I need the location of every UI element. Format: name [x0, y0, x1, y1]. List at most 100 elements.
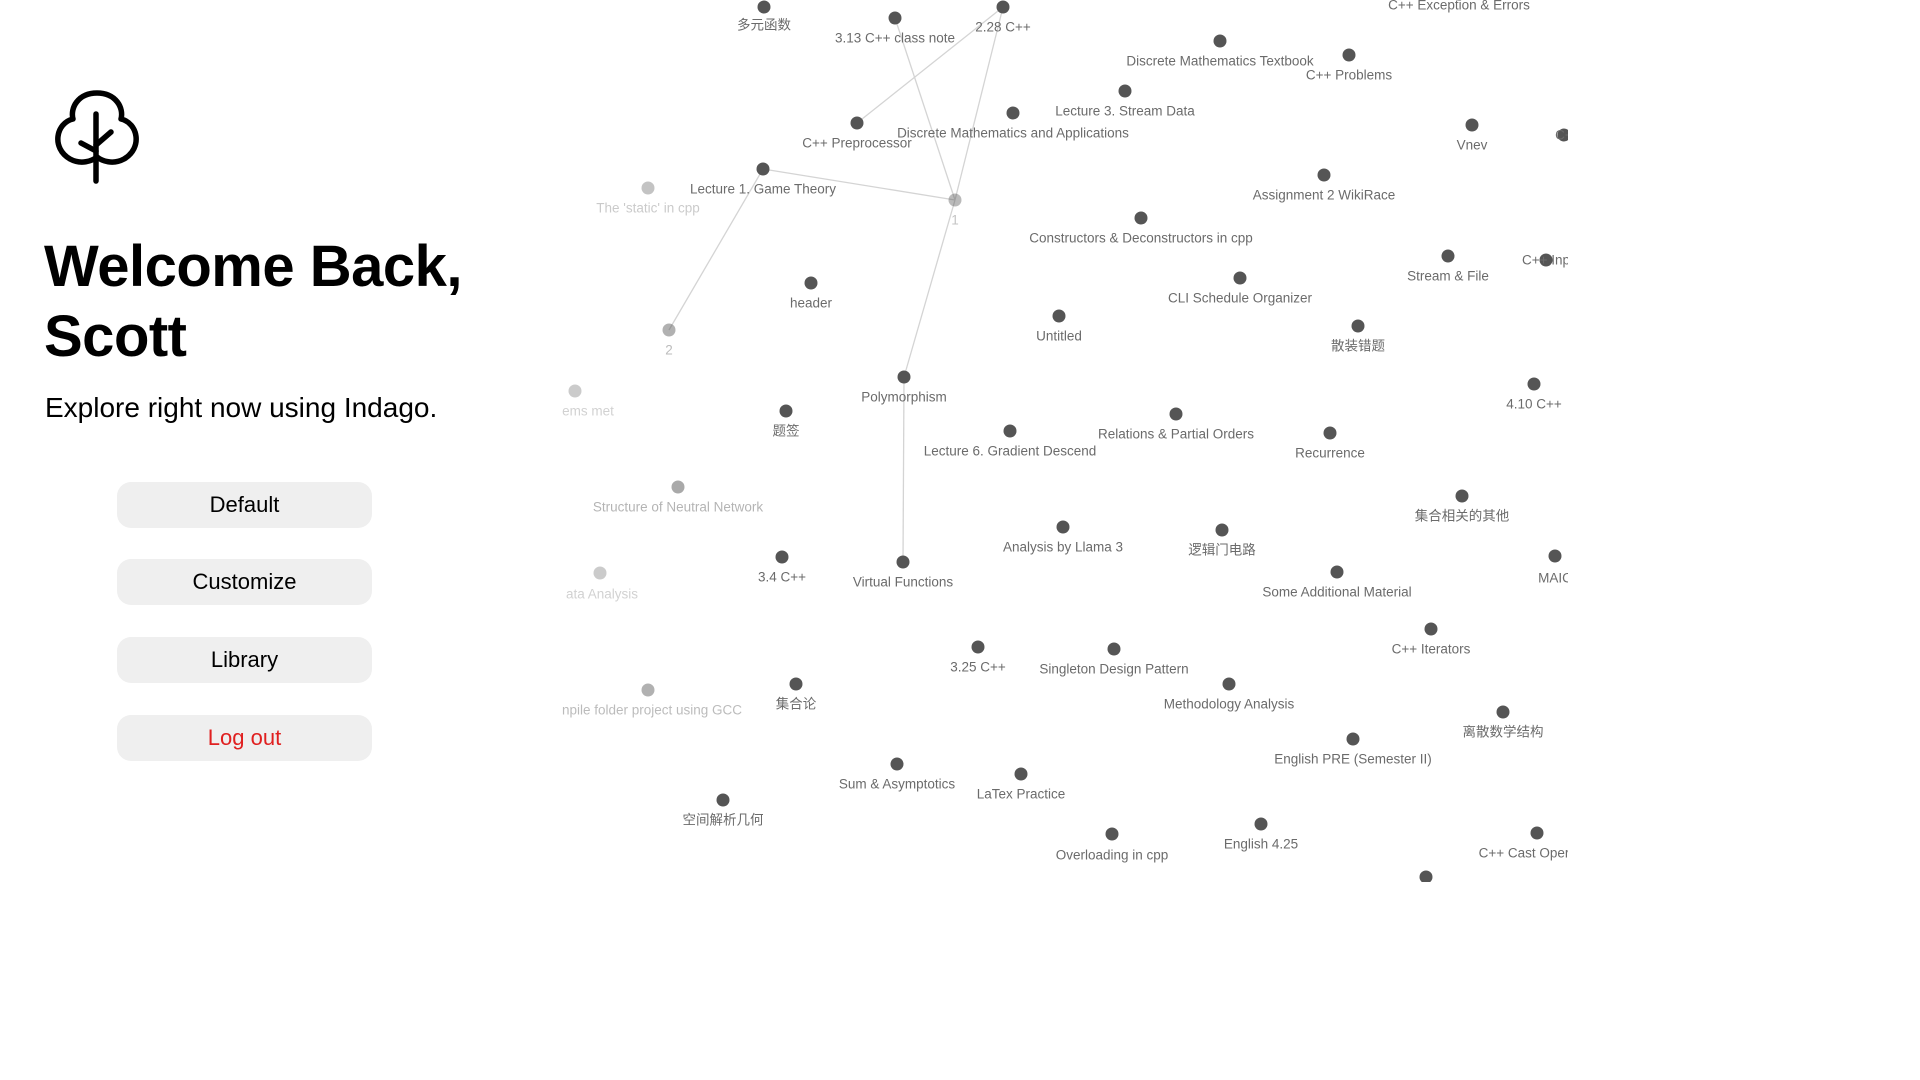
graph-node[interactable]: Recurrence [1295, 426, 1365, 461]
graph-node[interactable]: 4.10 C++ [1506, 377, 1562, 412]
graph-node[interactable]: C++ Cast Oper [1479, 826, 1568, 861]
graph-node[interactable]: 3.13 C++ class note [835, 11, 955, 46]
graph-node-label[interactable]: Sum & Asymptotics [839, 777, 956, 792]
graph-node-label[interactable]: 题签 [773, 423, 801, 439]
graph-node-label[interactable]: Discrete Mathematics and Applications [897, 126, 1129, 141]
graph-node-dot[interactable] [1105, 827, 1119, 841]
graph-node-dot[interactable] [1342, 48, 1356, 62]
graph-node-dot[interactable] [568, 384, 582, 398]
graph-node[interactable]: 散装错题 [1331, 319, 1385, 354]
graph-node-dot[interactable] [779, 404, 793, 418]
graph-node-dot[interactable] [1213, 34, 1227, 48]
graph-node-dot[interactable] [1215, 523, 1229, 537]
graph-node-dot[interactable] [1254, 817, 1268, 831]
graph-canvas[interactable]: 多元函数 3.13 C++ class note 2.28 C++ C++ Excep… [540, 0, 1568, 882]
graph-node-label[interactable]: C++ Cast Oper [1479, 846, 1568, 861]
graph-node[interactable]: Lecture 6. Gradient Descend [924, 424, 1097, 459]
graph-node-label[interactable]: Overloading in cpp [1056, 848, 1169, 863]
graph-node-label[interactable]: 逻辑门电路 [1188, 543, 1256, 558]
note-graph[interactable]: 多元函数 3.13 C++ class note 2.28 C++ C++ Excep… [540, 0, 1568, 882]
customize-button[interactable]: Customize [117, 559, 372, 605]
graph-node-label[interactable]: 集合相关的其他 [1415, 509, 1510, 524]
graph-node-dot[interactable] [804, 276, 818, 290]
graph-node-label[interactable]: Constructors & Deconstructors in cpp [1029, 231, 1253, 246]
graph-node-dot[interactable] [1323, 426, 1337, 440]
graph-node-dot[interactable] [1496, 705, 1510, 719]
graph-node[interactable]: header [790, 276, 833, 311]
graph-node[interactable]: Untitled [1036, 309, 1082, 344]
graph-node-label[interactable]: Lecture 6. Gradient Descend [924, 444, 1097, 459]
graph-node[interactable]: C++ Exception & Errors [1388, 0, 1530, 13]
graph-node-dot[interactable] [996, 0, 1010, 14]
graph-node-dot[interactable] [1014, 767, 1028, 781]
graph-node-dot[interactable] [756, 162, 770, 176]
graph-node[interactable]: C+ [1555, 128, 1568, 143]
graph-node-dot[interactable] [1424, 622, 1438, 636]
graph-node-label[interactable]: 3.13 C++ class note [835, 31, 955, 46]
graph-node-label[interactable]: 3.4 C++ [758, 570, 806, 585]
graph-node-dot[interactable] [1455, 489, 1469, 503]
graph-node-label[interactable]: Some Additional Material [1262, 585, 1411, 600]
graph-node-dot[interactable] [1107, 642, 1121, 656]
graph-node-dot[interactable] [1056, 520, 1070, 534]
graph-node-label[interactable]: 2 [665, 343, 673, 358]
graph-node[interactable]: 集合相关的其他 [1415, 489, 1510, 524]
graph-node-label[interactable]: 集合论 [776, 697, 817, 712]
graph-node-dot[interactable] [1351, 319, 1365, 333]
graph-node[interactable]: C++ Preprocessor [802, 116, 912, 151]
graph-node[interactable]: Assignment 2 WikiRace [1253, 168, 1396, 203]
graph-node-label[interactable]: Methodology Analysis [1164, 697, 1295, 712]
graph-node-label[interactable]: Singleton Design Pattern [1039, 662, 1188, 677]
graph-node-label[interactable]: Stream & File [1407, 269, 1489, 284]
graph-node[interactable]: ata Analysis [566, 566, 638, 602]
graph-node-label[interactable]: MAIC [1538, 571, 1568, 586]
graph-node-dot[interactable] [1317, 168, 1331, 182]
graph-node-label[interactable]: Relations & Partial Orders [1098, 427, 1254, 442]
graph-node-label[interactable]: English 4.25 [1224, 837, 1298, 852]
graph-node[interactable]: 离散数学结构 [1463, 705, 1544, 740]
graph-node-dot[interactable] [775, 550, 789, 564]
graph-node-dot[interactable] [1441, 249, 1455, 263]
graph-node-label[interactable]: 多元函数 [737, 17, 791, 33]
graph-node[interactable]: Sum & Asymptotics [839, 757, 956, 792]
graph-node[interactable]: Some Additional Material [1262, 565, 1412, 600]
graph-node-label[interactable]: C+ [1555, 128, 1568, 143]
graph-node-label[interactable]: 3.25 C++ [950, 660, 1006, 675]
graph-node-label[interactable]: ata Analysis [566, 587, 638, 602]
graph-node[interactable]: 集合论 [776, 677, 817, 712]
graph-node[interactable]: Overloading in cpp [1056, 827, 1169, 863]
graph-node-dot[interactable] [1052, 309, 1066, 323]
graph-node-dot[interactable] [1530, 826, 1544, 840]
graph-node[interactable]: Lecture 1. Game Theory [690, 162, 836, 197]
graph-node-label[interactable]: Discrete Mathematics Textbook [1126, 54, 1314, 69]
graph-node-dot[interactable] [593, 566, 607, 580]
graph-node-dot[interactable] [1003, 424, 1017, 438]
graph-node-dot[interactable] [1465, 118, 1479, 132]
graph-node-label[interactable]: English PRE (Semester II) [1274, 752, 1432, 767]
graph-node[interactable]: 多元函数 [737, 0, 791, 33]
graph-node[interactable]: The 'static' in cpp [596, 181, 700, 216]
library-button[interactable]: Library [117, 637, 372, 683]
graph-node[interactable]: Methodology Analysis [1164, 677, 1295, 712]
graph-node-dot[interactable] [1134, 211, 1148, 225]
graph-node-label[interactable]: Polymorphism [861, 390, 947, 405]
graph-node[interactable]: Stream & File [1407, 249, 1489, 284]
graph-node-label[interactable]: Untitled [1036, 329, 1082, 344]
graph-node[interactable]: Structure of Neutral Network [593, 480, 764, 515]
graph-node[interactable]: Lecture 3. Stream Data [1055, 84, 1195, 119]
graph-node[interactable]: English 4.25 [1224, 817, 1298, 852]
graph-node-label[interactable]: C++ Problems [1306, 68, 1393, 83]
graph-node-label[interactable]: C++ Iterators [1392, 642, 1471, 657]
graph-node-dot[interactable] [1548, 549, 1562, 563]
graph-node[interactable]: C++ Problems [1306, 48, 1393, 83]
graph-node[interactable]: LaTex Practice [977, 767, 1066, 802]
graph-node[interactable]: 3.4 C++ [758, 550, 806, 585]
graph-node-label[interactable]: 空间解析几何 [683, 813, 764, 828]
graph-node-dot[interactable] [1346, 732, 1360, 746]
graph-node[interactable]: Virtual Functions [853, 555, 954, 590]
graph-node-dot[interactable] [1527, 377, 1541, 391]
logout-button[interactable]: Log out [117, 715, 372, 761]
default-button[interactable]: Default [117, 482, 372, 528]
graph-node[interactable]: 2.28 C++ [975, 0, 1031, 35]
graph-node-label[interactable]: Lecture 3. Stream Data [1055, 104, 1195, 119]
